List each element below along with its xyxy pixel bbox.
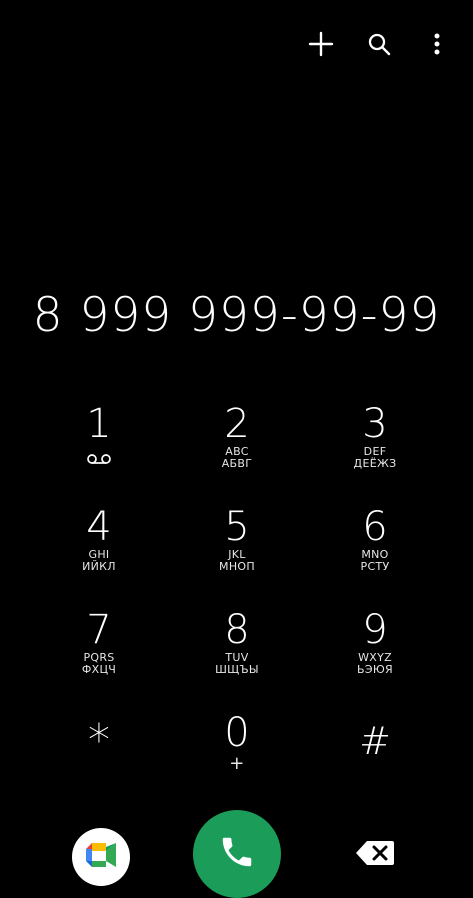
key-7[interactable]: 7 PQRS ФХЦЧ bbox=[30, 606, 168, 709]
search-icon[interactable] bbox=[365, 30, 393, 58]
plus-icon[interactable] bbox=[307, 30, 335, 58]
key-hash[interactable]: # bbox=[306, 709, 444, 812]
key-cyrillic-letters: ШЩЪЫ bbox=[215, 663, 259, 676]
key-digit: 4 bbox=[86, 504, 112, 550]
key-9[interactable]: 9 WXYZ ЬЭЮЯ bbox=[306, 606, 444, 709]
backspace-button[interactable] bbox=[352, 838, 398, 872]
video-call-button[interactable] bbox=[72, 828, 130, 886]
key-digit: 3 bbox=[362, 401, 388, 447]
key-digit: * bbox=[88, 715, 110, 766]
action-bar bbox=[0, 808, 473, 898]
key-digit: 5 bbox=[224, 504, 250, 550]
phone-icon bbox=[218, 833, 256, 875]
key-4[interactable]: 4 GHI ИЙКЛ bbox=[30, 503, 168, 606]
key-digit: 7 bbox=[86, 607, 112, 653]
call-button[interactable] bbox=[193, 810, 281, 898]
key-5[interactable]: 5 JKL МНОП bbox=[168, 503, 306, 606]
key-star[interactable]: * bbox=[30, 709, 168, 812]
key-cyrillic-letters: ДЕЁЖЗ bbox=[353, 457, 397, 470]
key-plus-label: + bbox=[229, 753, 245, 774]
key-3[interactable]: 3 DEF ДЕЁЖЗ bbox=[306, 400, 444, 503]
dialpad: 1 2 ABC АБВГ 3 DEF ДЕЁЖЗ 4 GHI ИЙКЛ 5 JK… bbox=[30, 400, 444, 812]
voicemail-icon bbox=[86, 450, 112, 469]
toolbar bbox=[307, 30, 451, 58]
key-8[interactable]: 8 TUV ШЩЪЫ bbox=[168, 606, 306, 709]
key-digit: 1 bbox=[86, 401, 112, 447]
key-digit: 2 bbox=[224, 401, 250, 447]
key-cyrillic-letters: РСТУ bbox=[360, 560, 390, 573]
key-digit: # bbox=[359, 719, 391, 763]
key-digit: 0 bbox=[224, 710, 250, 756]
key-digit: 8 bbox=[224, 607, 250, 653]
key-2[interactable]: 2 ABC АБВГ bbox=[168, 400, 306, 503]
key-6[interactable]: 6 MNO РСТУ bbox=[306, 503, 444, 606]
backspace-icon bbox=[355, 840, 395, 870]
key-cyrillic-letters: ИЙКЛ bbox=[82, 560, 116, 573]
key-digit: 6 bbox=[362, 504, 388, 550]
key-cyrillic-letters: ФХЦЧ bbox=[81, 663, 117, 676]
more-vertical-icon[interactable] bbox=[423, 30, 451, 58]
key-cyrillic-letters: АБВГ bbox=[221, 457, 253, 470]
key-cyrillic-letters: ЬЭЮЯ bbox=[357, 663, 393, 676]
dialed-number[interactable]: 8 999 999-99-99 bbox=[0, 288, 473, 343]
google-meet-icon bbox=[84, 841, 118, 873]
key-0[interactable]: 0 + bbox=[168, 709, 306, 812]
key-digit: 9 bbox=[362, 607, 388, 653]
key-1[interactable]: 1 bbox=[30, 400, 168, 503]
key-cyrillic-letters: МНОП bbox=[219, 560, 255, 573]
